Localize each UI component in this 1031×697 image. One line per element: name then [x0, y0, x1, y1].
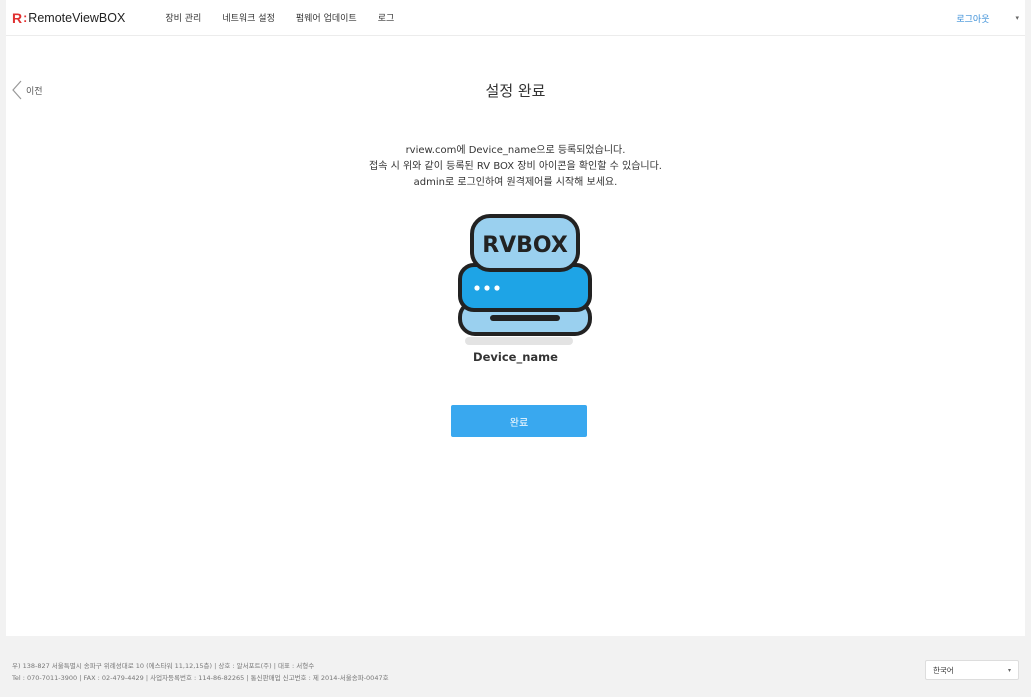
logo-colon: :: [23, 10, 28, 25]
page: R : RemoteViewBOX 장비 관리 네트워크 설정 펌웨어 업데이트…: [0, 0, 1031, 697]
page-title: 설정 완료: [485, 82, 546, 100]
top-header: R : RemoteViewBOX 장비 관리 네트워크 설정 펌웨어 업데이트…: [6, 0, 1025, 36]
rvbox-icon-label: RVBOX: [482, 233, 568, 258]
chevron-down-icon: ▾: [1007, 666, 1011, 674]
header-right: 로그아웃 ▾: [956, 0, 1019, 36]
logo-mark: R: [12, 9, 23, 26]
footer: 우) 138-827 서울특별시 송파구 위례성대로 10 (에스타워 11,1…: [6, 636, 1025, 697]
nav-firmware-update[interactable]: 펌웨어 업데이트: [296, 11, 357, 24]
logout-link[interactable]: 로그아웃: [956, 12, 989, 25]
message-line: admin로 로그인하여 원격제어를 시작해 보세요.: [413, 177, 618, 188]
logo[interactable]: R : RemoteViewBOX: [12, 10, 125, 26]
completion-message: rview.com에 Device_name으로 등록되었습니다. 접속 시 위…: [6, 143, 1025, 191]
logo-text: RemoteViewBOX: [28, 10, 126, 25]
message-line: 접속 시 위와 같이 등록된 RV BOX 장비 아이콘을 확인할 수 있습니다…: [369, 161, 662, 172]
language-value: 한국어: [933, 665, 954, 675]
nav-log[interactable]: 로그: [378, 11, 395, 24]
nav-device-management[interactable]: 장비 관리: [165, 11, 201, 24]
main-nav: 장비 관리 네트워크 설정 펌웨어 업데이트 로그: [165, 11, 415, 24]
chevron-down-icon[interactable]: ▾: [1015, 14, 1019, 22]
message-line: rview.com에 Device_name으로 등록되었습니다.: [405, 145, 626, 156]
language-select[interactable]: 한국어 ▾: [925, 660, 1019, 680]
rvbox-device-icon: RVBOX: [447, 210, 593, 354]
footer-address: 우) 138-827 서울특별시 송파구 위례성대로 10 (에스타워 11,1…: [12, 662, 315, 670]
done-button[interactable]: 완료: [451, 405, 587, 437]
device-name: Device_name: [473, 350, 558, 364]
footer-contact: Tel : 070-7011-3900 | FAX : 02-479-4429 …: [12, 674, 389, 682]
nav-network-settings[interactable]: 네트워크 설정: [222, 11, 275, 24]
